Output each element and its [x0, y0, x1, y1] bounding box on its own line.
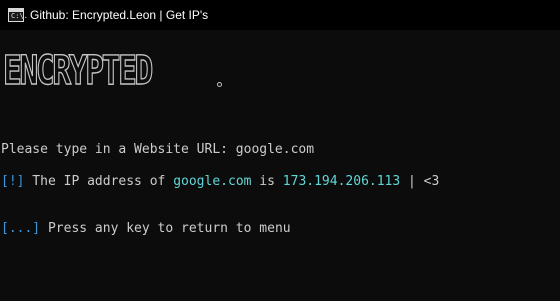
- ascii-banner: ENCRYPTED: [2, 48, 193, 94]
- result-domain: google.com: [173, 174, 252, 189]
- result-prefix: The IP address of: [24, 174, 174, 189]
- return-menu-line: [...] Press any key to return to menu: [1, 221, 291, 237]
- console-output[interactable]: ENCRYPTED Please type in a Website URL: …: [0, 30, 560, 301]
- ip-result-line: [!] The IP address of google.com is 173.…: [1, 174, 439, 190]
- url-prompt-line: Please type in a Website URL: google.com: [1, 142, 315, 157]
- window-title: Github: Encrypted.Leon | Get IP's: [30, 8, 209, 22]
- console-app-icon: C:\.: [8, 8, 28, 22]
- result-ip-address: 173.194.206.113: [282, 174, 401, 189]
- banner-dot-decoration: [217, 82, 222, 87]
- menu-instruction: Press any key to return to menu: [40, 221, 291, 236]
- console-window: C:\. Github: Encrypted.Leon | Get IP's E…: [0, 0, 560, 301]
- title-bar[interactable]: C:\. Github: Encrypted.Leon | Get IP's: [0, 0, 560, 30]
- result-suffix: | <3: [400, 174, 440, 189]
- banner-text: ENCRYPTED: [2, 48, 153, 94]
- result-bracket: [!]: [1, 174, 25, 189]
- console-app-icon-label: C:\.: [11, 12, 28, 20]
- result-middle: is: [251, 174, 283, 189]
- menu-bracket: [...]: [1, 221, 41, 236]
